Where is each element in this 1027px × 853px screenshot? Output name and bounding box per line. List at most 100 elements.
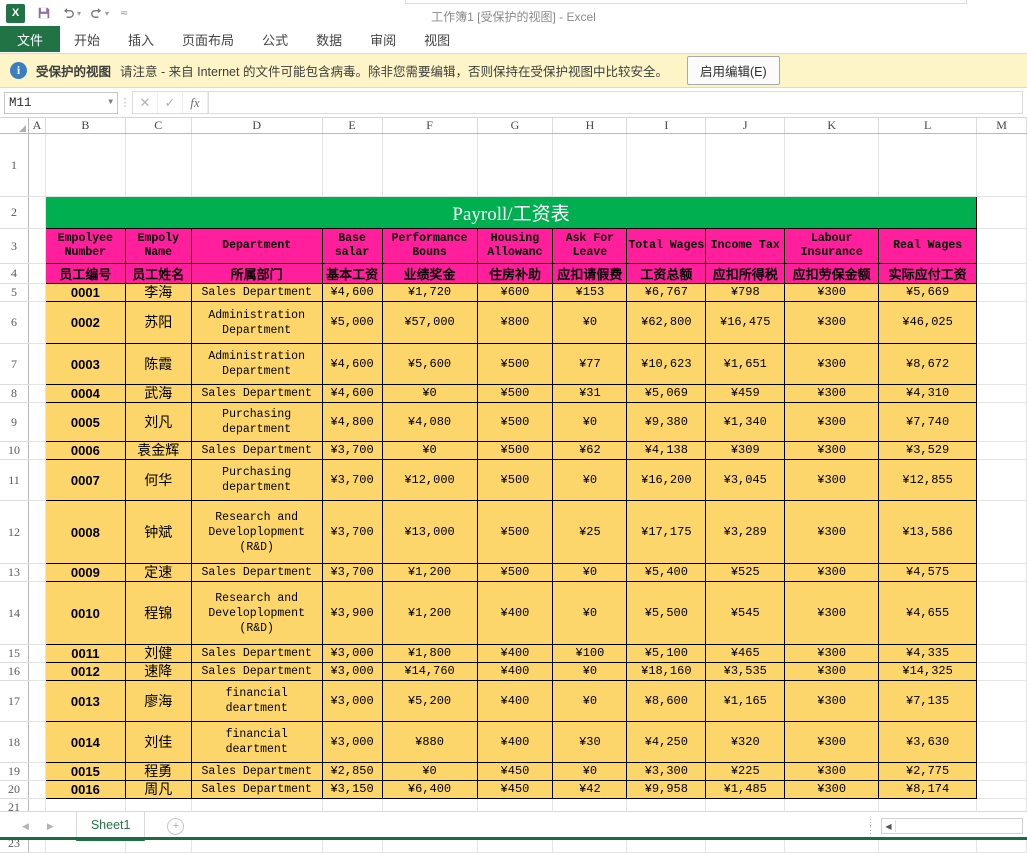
cell-total-wages[interactable]: ¥6,767 (627, 284, 706, 302)
cell-total-wages[interactable]: ¥62,800 (627, 302, 706, 344)
fx-icon[interactable]: fx (183, 92, 208, 113)
cell-M6[interactable] (977, 302, 1027, 344)
cell-total-wages[interactable]: ¥8,600 (627, 681, 706, 722)
cell-employee-number[interactable]: 0008 (45, 501, 125, 564)
row-header-10[interactable]: 10 (0, 442, 28, 460)
header-en-department[interactable]: Department (191, 229, 322, 264)
row-header-2[interactable]: 2 (0, 197, 28, 229)
cell-A12[interactable] (28, 501, 45, 564)
cell-C1[interactable] (125, 134, 191, 197)
cell-performance-bonus[interactable]: ¥12,000 (382, 460, 477, 501)
cell-housing-allowance[interactable]: ¥450 (477, 781, 553, 799)
ribbon-tab-page-layout[interactable]: 页面布局 (168, 26, 248, 52)
cell-income-tax[interactable]: ¥525 (706, 564, 785, 582)
cell-M4[interactable] (977, 264, 1027, 284)
cell-M13[interactable] (977, 564, 1027, 582)
cell-real-wages[interactable]: ¥13,586 (879, 501, 977, 564)
cell-employee-number[interactable]: 0016 (45, 781, 125, 799)
cell-employee-number[interactable]: 0003 (45, 344, 125, 385)
header-en-ask-for-leave[interactable]: Ask For Leave (553, 229, 627, 264)
cell-K1[interactable] (785, 134, 879, 197)
ribbon-tab-home[interactable]: 开始 (60, 26, 114, 52)
header-cn-housing-allowance[interactable]: 住房补助 (477, 264, 553, 284)
cell-ask-for-leave[interactable]: ¥62 (553, 442, 627, 460)
cell-real-wages[interactable]: ¥2,775 (879, 763, 977, 781)
cell-housing-allowance[interactable]: ¥500 (477, 501, 553, 564)
cell-performance-bonus[interactable]: ¥0 (382, 385, 477, 403)
cell-income-tax[interactable]: ¥545 (706, 582, 785, 645)
cell-M18[interactable] (977, 722, 1027, 763)
cell-performance-bonus[interactable]: ¥13,000 (382, 501, 477, 564)
column-header-C[interactable]: C (125, 118, 191, 134)
cell-labour-insurance[interactable]: ¥300 (785, 442, 879, 460)
ribbon-tab-view[interactable]: 视图 (410, 26, 464, 52)
cell-A3[interactable] (28, 229, 45, 264)
cell-ask-for-leave[interactable]: ¥0 (553, 763, 627, 781)
cell-A13[interactable] (28, 564, 45, 582)
cell-income-tax[interactable]: ¥1,485 (706, 781, 785, 799)
header-cn-base-salary[interactable]: 基本工资 (322, 264, 382, 284)
qat-more-icon[interactable]: ≂ (113, 2, 135, 24)
cell-M10[interactable] (977, 442, 1027, 460)
row-header-6[interactable]: 6 (0, 302, 28, 344)
cell-labour-insurance[interactable]: ¥300 (785, 501, 879, 564)
cell-employee-name[interactable]: 袁金辉 (125, 442, 191, 460)
ribbon-tab-formulas[interactable]: 公式 (248, 26, 302, 52)
cell-performance-bonus[interactable]: ¥0 (382, 442, 477, 460)
cell-housing-allowance[interactable]: ¥600 (477, 284, 553, 302)
cell-M3[interactable] (977, 229, 1027, 264)
undo-dropdown-icon[interactable]: ▾ (77, 9, 81, 18)
cell-income-tax[interactable]: ¥309 (706, 442, 785, 460)
name-box[interactable]: M11 ▼ (4, 92, 118, 114)
column-header-F[interactable]: F (382, 118, 477, 134)
cell-total-wages[interactable]: ¥5,100 (627, 645, 706, 663)
cell-performance-bonus[interactable]: ¥5,200 (382, 681, 477, 722)
cell-performance-bonus[interactable]: ¥1,800 (382, 645, 477, 663)
cell-department[interactable]: Sales Department (191, 442, 322, 460)
cell-total-wages[interactable]: ¥5,069 (627, 385, 706, 403)
cell-real-wages[interactable]: ¥8,672 (879, 344, 977, 385)
cell-real-wages[interactable]: ¥3,529 (879, 442, 977, 460)
cell-employee-name[interactable]: 陈霞 (125, 344, 191, 385)
cell-real-wages[interactable]: ¥46,025 (879, 302, 977, 344)
cell-total-wages[interactable]: ¥17,175 (627, 501, 706, 564)
cell-department[interactable]: Research and Developlopment (R&D) (191, 582, 322, 645)
cell-M14[interactable] (977, 582, 1027, 645)
row-header-5[interactable]: 5 (0, 284, 28, 302)
header-en-base-salary[interactable]: Base salar (322, 229, 382, 264)
cell-performance-bonus[interactable]: ¥880 (382, 722, 477, 763)
header-cn-department[interactable]: 所属部门 (191, 264, 322, 284)
cell-ask-for-leave[interactable]: ¥30 (553, 722, 627, 763)
cell-housing-allowance[interactable]: ¥400 (477, 722, 553, 763)
header-cn-employee-number[interactable]: 员工编号 (45, 264, 125, 284)
header-cn-employee-name[interactable]: 员工姓名 (125, 264, 191, 284)
cell-employee-name[interactable]: 刘凡 (125, 403, 191, 442)
cell-housing-allowance[interactable]: ¥400 (477, 645, 553, 663)
cell-ask-for-leave[interactable]: ¥25 (553, 501, 627, 564)
cell-performance-bonus[interactable]: ¥5,600 (382, 344, 477, 385)
cell-base-salary[interactable]: ¥3,700 (322, 442, 382, 460)
cell-employee-name[interactable]: 程锦 (125, 582, 191, 645)
cell-A9[interactable] (28, 403, 45, 442)
cell-employee-number[interactable]: 0014 (45, 722, 125, 763)
cell-employee-number[interactable]: 0007 (45, 460, 125, 501)
row-header-13[interactable]: 13 (0, 564, 28, 582)
cell-income-tax[interactable]: ¥16,475 (706, 302, 785, 344)
next-sheet-icon[interactable]: ▶ (47, 821, 54, 832)
cell-performance-bonus[interactable]: ¥14,760 (382, 663, 477, 681)
cell-A2[interactable] (28, 197, 45, 229)
cell-income-tax[interactable]: ¥798 (706, 284, 785, 302)
cell-labour-insurance[interactable]: ¥300 (785, 344, 879, 385)
cell-F1[interactable] (382, 134, 477, 197)
header-cn-performance-bonus[interactable]: 业绩奖金 (382, 264, 477, 284)
cell-ask-for-leave[interactable]: ¥0 (553, 582, 627, 645)
column-header-E[interactable]: E (322, 118, 382, 134)
cell-labour-insurance[interactable]: ¥300 (785, 302, 879, 344)
cell-ask-for-leave[interactable]: ¥0 (553, 460, 627, 501)
cell-M17[interactable] (977, 681, 1027, 722)
cell-M16[interactable] (977, 663, 1027, 681)
cell-housing-allowance[interactable]: ¥500 (477, 385, 553, 403)
cell-employee-name[interactable]: 钟斌 (125, 501, 191, 564)
cell-J1[interactable] (706, 134, 785, 197)
chevron-down-icon[interactable]: ▼ (108, 98, 113, 107)
